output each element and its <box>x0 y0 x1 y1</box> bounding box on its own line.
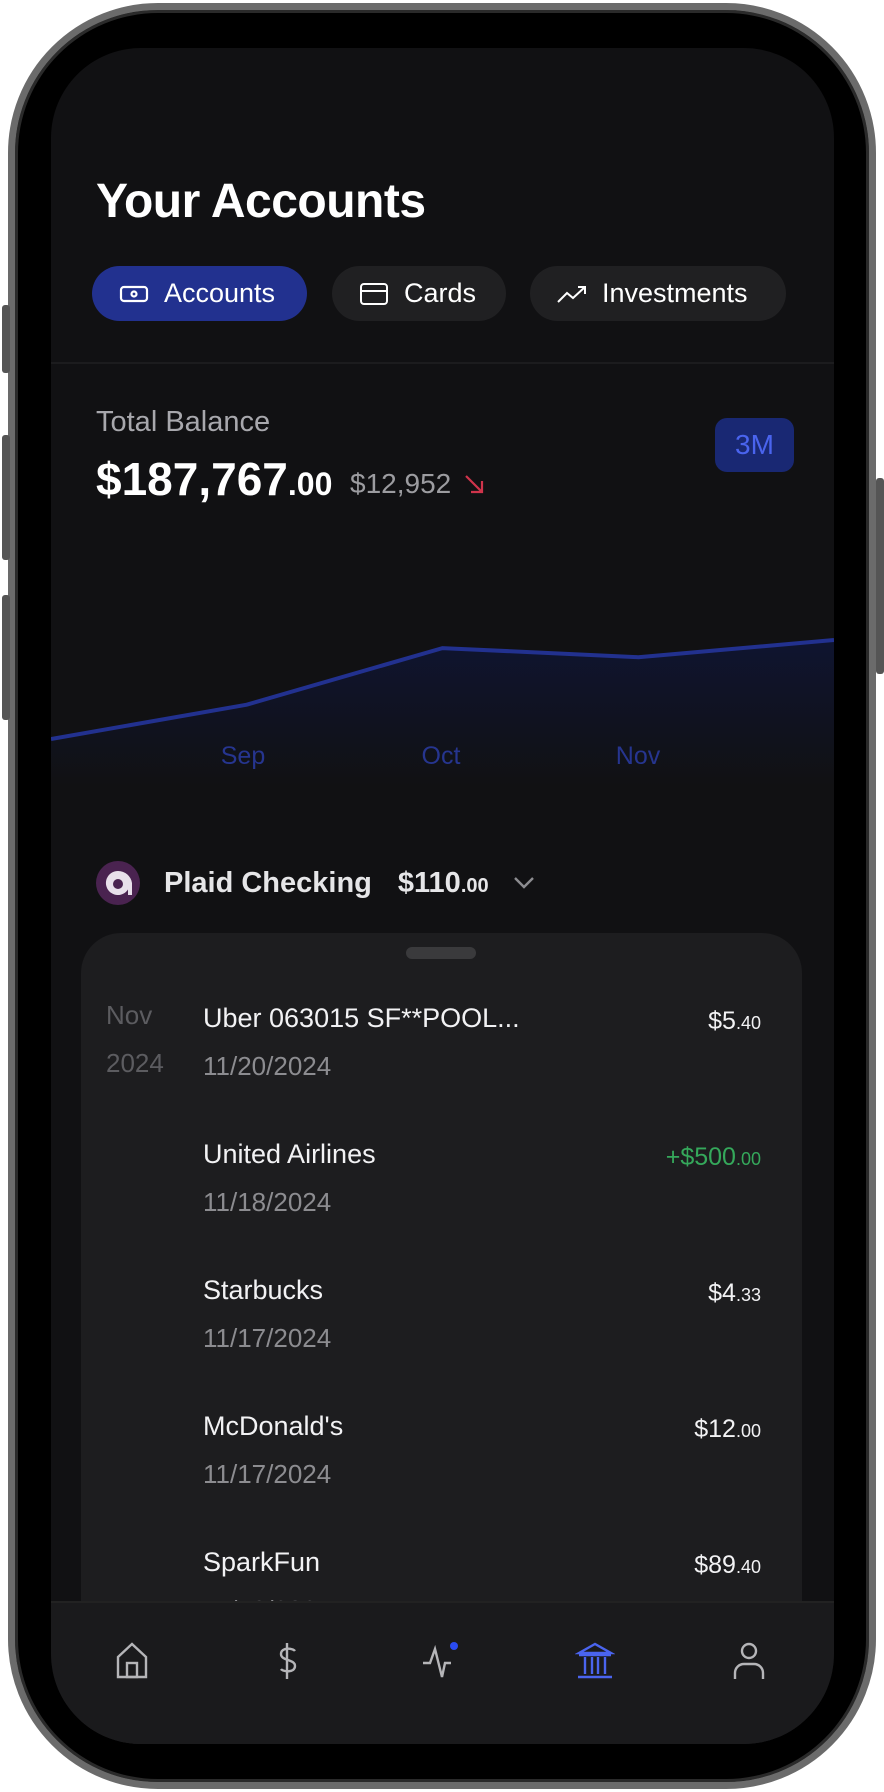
volume-down-button <box>2 595 10 720</box>
balance-change-value: $12,952 <box>350 468 452 499</box>
power-button <box>876 478 884 674</box>
merchant-name: Starbucks <box>203 1275 324 1305</box>
x-tick-label: Nov <box>615 742 661 770</box>
month-label: Nov <box>106 1000 153 1030</box>
transaction-date: 11/18/2024 <box>203 1187 332 1217</box>
transaction-date: 11/17/2024 <box>203 1459 332 1489</box>
tab-label: Investments <box>602 278 748 308</box>
mute-switch <box>2 305 10 373</box>
transaction-row[interactable]: McDonald's 11/17/2024 $12.00 <box>203 1411 761 1511</box>
amount-whole: $89 <box>694 1551 736 1579</box>
amount-whole: +$500 <box>665 1143 736 1171</box>
year-label: 2024 <box>106 1048 164 1078</box>
amount-whole: $4 <box>708 1279 736 1307</box>
nav-activity[interactable] <box>411 1631 471 1691</box>
profile-icon <box>733 1642 765 1679</box>
transaction-amount: $4.33 <box>708 1279 761 1308</box>
merchant-name: SparkFun <box>203 1547 321 1577</box>
nav-spending[interactable] <box>257 1631 317 1691</box>
card-icon <box>360 282 388 305</box>
tab-label: Cards <box>404 278 477 308</box>
amount-whole: $187,767 <box>96 453 288 505</box>
screen: Your Accounts Accounts Cards Investments… <box>51 48 834 1744</box>
transaction-row[interactable]: Uber 063015 SF**POOL... 11/20/2024 $5.40 <box>203 1003 761 1103</box>
tab-label: Accounts <box>164 278 276 308</box>
tab-investments[interactable]: Investments <box>530 266 786 321</box>
page-title: Your Accounts <box>96 175 426 228</box>
volume-up-button <box>2 435 10 560</box>
transaction-amount: $5.40 <box>708 1007 761 1036</box>
nav-profile[interactable] <box>719 1631 779 1691</box>
amount-cents: .33 <box>735 1285 761 1305</box>
merchant-name: McDonald's <box>203 1411 344 1441</box>
amount-cents: .40 <box>735 1557 761 1577</box>
home-icon <box>116 1642 148 1679</box>
drag-handle[interactable] <box>406 947 476 959</box>
tab-accounts[interactable]: Accounts <box>92 266 307 321</box>
range-3m-button[interactable]: 3M <box>715 418 794 472</box>
amount-cents: .00 <box>735 1421 761 1441</box>
account-name: Plaid Checking <box>164 866 372 899</box>
arrow-down-right-icon <box>465 475 484 494</box>
chevron-down-icon[interactable] <box>513 876 535 890</box>
account-selector[interactable]: Plaid Checking $110.00 <box>96 860 535 906</box>
balance-change: $12,952 <box>350 468 485 500</box>
transaction-date: 11/20/2024 <box>203 1051 332 1081</box>
amount-whole: $5 <box>708 1007 736 1035</box>
transaction-date: 11/17/2024 <box>203 1323 332 1353</box>
amount-cents: .00 <box>735 1149 761 1169</box>
balance-chart <box>51 638 834 848</box>
total-balance-amount: $187,767.00 <box>96 452 332 506</box>
transaction-amount: $89.40 <box>694 1551 761 1580</box>
bottom-nav <box>51 1601 834 1744</box>
merchant-name: United Airlines <box>203 1139 376 1169</box>
divider <box>51 362 834 364</box>
account-logo <box>96 861 140 905</box>
balance-cents: .00 <box>460 874 489 897</box>
account-balance: $110.00 <box>398 867 489 900</box>
nav-home[interactable] <box>102 1631 162 1691</box>
amount-cents: .40 <box>735 1013 761 1033</box>
trend-up-icon <box>557 285 586 303</box>
transaction-row[interactable]: Starbucks 11/17/2024 $4.33 <box>203 1275 761 1375</box>
merchant-name: Uber 063015 SF**POOL... <box>203 1003 520 1033</box>
cash-icon <box>119 285 149 302</box>
bank-icon <box>575 1642 615 1679</box>
total-balance-label: Total Balance <box>96 406 271 438</box>
x-tick-label: Oct <box>421 742 461 770</box>
transaction-amount: +$500.00 <box>666 1143 761 1172</box>
activity-icon <box>423 1642 458 1678</box>
nav-accounts[interactable] <box>565 1631 625 1691</box>
x-tick-label: Sep <box>220 742 266 770</box>
amount-whole: $12 <box>694 1415 736 1443</box>
balance-whole: $110 <box>397 866 461 899</box>
dollar-icon <box>279 1643 297 1679</box>
transaction-amount: $12.00 <box>694 1415 761 1444</box>
notification-dot <box>450 1642 458 1650</box>
transaction-row[interactable]: United Airlines 11/18/2024 +$500.00 <box>203 1139 761 1239</box>
tab-cards[interactable]: Cards <box>332 266 506 321</box>
amount-cents: .00 <box>287 466 333 502</box>
